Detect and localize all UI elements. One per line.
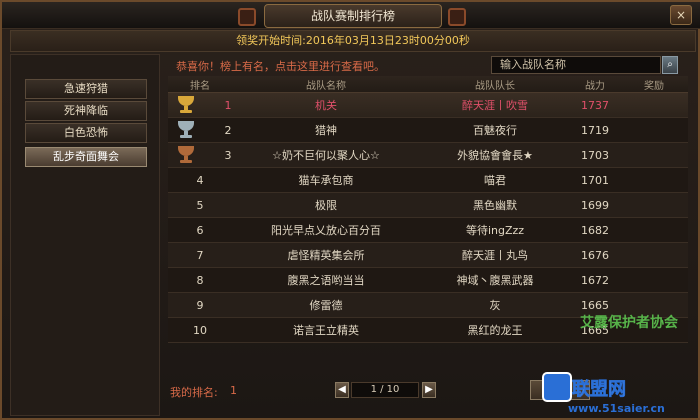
ranking-window: 战队赛制排行榜 × 领奖开始时间:2016年03月13日23时00分00秒 急速… [0, 0, 700, 420]
reward-cell [620, 93, 688, 117]
table-row[interactable]: 5 极限 黑色幽默 1699 [168, 193, 688, 218]
table-row[interactable]: 3 ☆奶不巨何以聚人心☆ 外貌協會會長★ 1703 [168, 143, 688, 168]
table-row[interactable]: 1 机关 醉天涯丨吹雪 1737 [168, 93, 688, 118]
power-cell: 1672 [581, 273, 609, 287]
power-cell: 1665 [581, 298, 609, 312]
page-indicator: 1 / 10 [351, 382, 419, 398]
my-rank-value: 1 [230, 384, 237, 397]
header-reward: 奖励 [644, 80, 664, 92]
sidebar-item-death-arrival[interactable]: 死神降临 [25, 101, 147, 121]
team-leader-cell: 黑色幽默 [473, 199, 517, 212]
team-name-cell: 机关 [315, 99, 337, 112]
team-leader-cell: 醉天涯丨丸鸟 [462, 249, 528, 262]
team-leader-cell: 等待ingZzz [465, 224, 525, 237]
table-row[interactable]: 6 阳光早点乂放心百分百 等待ingZzz 1682 [168, 218, 688, 243]
sidebar-item-speed-hunt[interactable]: 急速狩猎 [25, 79, 147, 99]
team-name-cell: 修雷德 [309, 299, 343, 312]
table-row[interactable]: 2 猎神 百魅夜行 1719 [168, 118, 688, 143]
team-leader-cell: 黑红的龙王 [467, 324, 523, 337]
table-row[interactable]: 7 虐怪精英集会所 醉天涯丨丸鸟 1676 [168, 243, 688, 268]
power-cell: 1682 [581, 223, 609, 237]
notice-link[interactable]: 恭喜你！榜上有名，点击这里进行查看吧。 [176, 58, 385, 74]
power-cell: 1719 [581, 123, 609, 137]
ranking-table: 排名 战队名称 战队队长 战力 奖励 1 机关 醉天涯丨吹雪 1737 2 猎神 百魅夜行 1… [168, 76, 688, 343]
reward-cell [620, 318, 688, 342]
table-body: 1 机关 醉天涯丨吹雪 1737 2 猎神 百魅夜行 1719 3 ☆奶不巨何以聚人心☆ 外貌協會會… [168, 93, 688, 343]
power-cell: 1665 [581, 323, 609, 337]
window-title: 战队赛制排行榜 [264, 4, 442, 28]
table-header: 排名 战队名称 战队队长 战力 奖励 [168, 76, 688, 93]
next-page-button[interactable]: ▶ [422, 382, 436, 398]
table-row[interactable]: 8 腹黑之语哟当当 神域丶腹黑武器 1672 [168, 268, 688, 293]
rank-cell: 8 [196, 273, 204, 287]
team-leader-cell: 喵君 [484, 174, 506, 187]
table-row[interactable]: 10 诺言王立精英 黑红的龙王 1665 [168, 318, 688, 343]
reward-time-bar: 领奖开始时间:2016年03月13日23时00分00秒 [10, 30, 696, 52]
rank-cell: 7 [196, 248, 204, 262]
team-name-cell: 猫车承包商 [298, 174, 354, 187]
my-rank-label: 我的排名: [170, 386, 218, 399]
rank-cell: 5 [196, 198, 204, 212]
search-input[interactable]: 输入战队名称 [491, 56, 661, 74]
reward-cell [620, 218, 688, 242]
search-icon[interactable]: ⌕ [662, 56, 678, 74]
team-name-cell: 诺言王立精英 [293, 324, 359, 337]
power-cell: 1676 [581, 248, 609, 262]
sidebar-item-white-horror[interactable]: 白色恐怖 [25, 123, 147, 143]
team-leader-cell: 神域丶腹黑武器 [456, 274, 534, 287]
reward-cell [620, 243, 688, 267]
team-name-cell: 极限 [315, 199, 337, 212]
team-leader-cell: 外貌協會會長★ [457, 149, 533, 162]
rank-cell: 6 [196, 223, 204, 237]
title-ornament-right [448, 8, 466, 26]
reward-cell [620, 193, 688, 217]
reward-cell [620, 293, 688, 317]
rank-cell: 10 [193, 323, 207, 337]
header-rank: 排名 [190, 80, 210, 92]
rank-cell: 4 [196, 173, 204, 187]
team-name-cell: 虐怪精英集会所 [287, 249, 365, 262]
power-cell: 1703 [581, 148, 609, 162]
sidebar: 急速狩猎 死神降临 白色恐怖 乱步奇面舞会 [10, 54, 160, 416]
team-name-cell: ☆奶不巨何以聚人心☆ [272, 149, 380, 162]
team-name-cell: 腹黑之语哟当当 [287, 274, 365, 287]
main-panel: 恭喜你！榜上有名，点击这里进行查看吧。 输入战队名称 ⌕ 排名 战队名称 战队队… [162, 54, 694, 414]
power-cell: 1699 [581, 198, 609, 212]
header-power: 战力 [585, 80, 605, 92]
table-row[interactable]: 4 猫车承包商 喵君 1701 [168, 168, 688, 193]
header-team-leader: 战队队长 [475, 80, 515, 92]
team-name-cell: 猎神 [315, 124, 337, 137]
reward-cell [620, 268, 688, 292]
reward-cell [620, 143, 688, 167]
reward-cell [620, 118, 688, 142]
rank-cell: 9 [196, 298, 204, 312]
prev-page-button[interactable]: ◀ [335, 382, 349, 398]
team-name-cell: 阳光早点乂放心百分百 [271, 224, 381, 237]
header-team-name: 战队名称 [306, 80, 346, 92]
team-leader-cell: 百魅夜行 [473, 124, 517, 137]
title-ornament-left [238, 8, 256, 26]
reward-cell [620, 168, 688, 192]
title-bar: 战队赛制排行榜 × [2, 2, 700, 29]
power-cell: 1737 [581, 98, 609, 112]
sidebar-item-masquerade[interactable]: 乱步奇面舞会 [25, 147, 147, 167]
team-leader-cell: 灰 [489, 299, 501, 312]
rank-button[interactable]: 排名 [530, 380, 590, 400]
power-cell: 1701 [581, 173, 609, 187]
team-leader-cell: 醉天涯丨吹雪 [462, 99, 528, 112]
close-button[interactable]: × [670, 5, 692, 25]
table-row[interactable]: 9 修雷德 灰 1665 [168, 293, 688, 318]
